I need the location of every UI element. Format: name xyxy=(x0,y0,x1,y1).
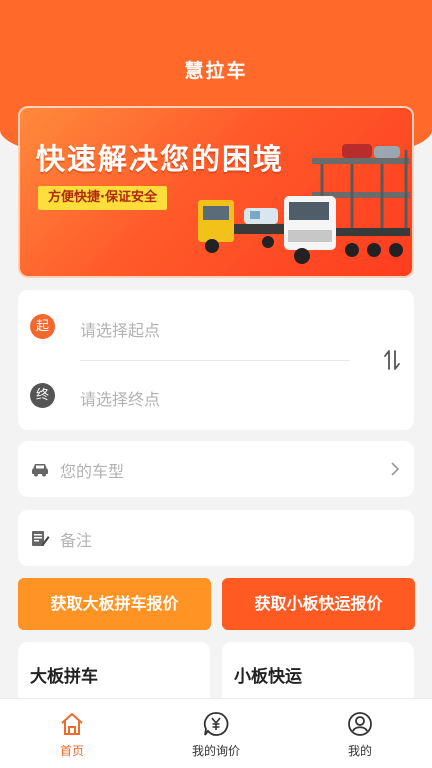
tab-label-my-inquiries: 我的询价 xyxy=(191,744,240,758)
route-card: 起 请选择起点 终 请选择终点 xyxy=(18,290,414,430)
small-express-quote-button[interactable]: 获取小板快运报价 xyxy=(222,578,415,630)
large-carpool-quote-button[interactable]: 获取大板拼车报价 xyxy=(18,578,211,630)
end-location-field[interactable]: 请选择终点 xyxy=(80,386,160,410)
bottom-tab-bar: 首页 我的询价 我的 xyxy=(0,698,432,768)
tab-profile[interactable]: 我的 xyxy=(288,699,432,768)
tab-label-profile: 我的 xyxy=(347,744,372,758)
tab-home[interactable]: 首页 xyxy=(0,699,144,768)
car-icon xyxy=(32,464,48,477)
tab-label-home: 首页 xyxy=(59,744,84,758)
vehicle-type-selector[interactable]: 您的车型 xyxy=(18,441,414,497)
yen-chat-icon xyxy=(203,712,229,736)
swap-icon[interactable] xyxy=(382,348,402,372)
app-title: 慧拉车 xyxy=(184,60,248,82)
banner-subtitle: 方便快捷·保证安全 xyxy=(38,186,167,210)
start-location-field[interactable]: 请选择起点 xyxy=(80,317,160,341)
section-title-small-express: 小板快运 xyxy=(234,662,302,689)
edit-note-icon xyxy=(32,531,50,546)
section-title-large-carpool: 大板拼车 xyxy=(30,662,98,689)
promo-banner[interactable]: 快速解决您的困境 方便快捷·保证安全 xyxy=(18,106,414,278)
notes-placeholder: 备注 xyxy=(60,531,93,550)
chevron-right-icon xyxy=(391,462,400,476)
user-icon xyxy=(348,712,372,736)
car-carrier-truck-illustration xyxy=(198,144,410,264)
tab-my-inquiries[interactable]: 我的询价 xyxy=(144,699,288,768)
vehicle-type-placeholder: 您的车型 xyxy=(60,462,125,481)
end-badge: 终 xyxy=(30,383,55,408)
route-divider xyxy=(80,360,350,361)
notes-field[interactable]: 备注 xyxy=(18,510,414,566)
home-icon xyxy=(61,713,83,735)
start-badge: 起 xyxy=(30,314,55,339)
